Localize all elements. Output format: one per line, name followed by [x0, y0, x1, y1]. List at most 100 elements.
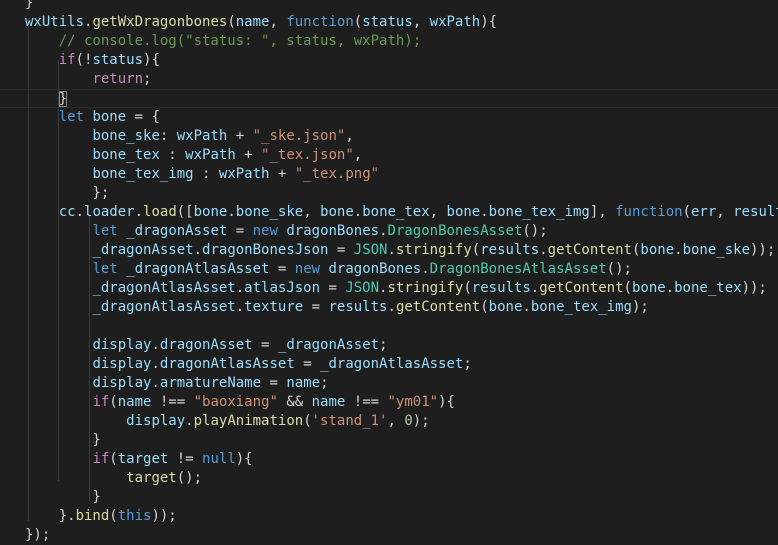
code-token: results — [471, 280, 531, 296]
code-token: bind — [75, 508, 110, 524]
code-line[interactable]: wxUtils.getWxDragonbones(name, function(… — [0, 13, 778, 32]
code-token: ( — [109, 508, 118, 524]
code-token: dragonBones — [286, 223, 380, 239]
code-token: ( — [682, 204, 691, 220]
code-token: "ym01" — [387, 394, 439, 410]
code-token: = — [227, 223, 253, 239]
code-line[interactable]: bone_tex : wxPath + "_tex.json", — [0, 146, 778, 165]
code-line[interactable]: _dragonAsset.dragonBonesJson = JSON.stri… — [0, 241, 778, 260]
code-line[interactable]: }); — [0, 526, 778, 545]
code-line[interactable]: // console.log("status: ", status, wxPat… — [0, 32, 778, 51]
code-token: bone — [193, 204, 228, 220]
code-line[interactable]: display.playAnimation('stand_1', 0); — [0, 412, 778, 431]
code-token: 'stand_1' — [311, 413, 388, 429]
code-token: atlasJson — [244, 280, 321, 296]
code-token: 0 — [404, 413, 413, 429]
code-token: target — [126, 470, 177, 486]
code-token: }); — [25, 527, 51, 543]
code-token: load — [143, 204, 177, 220]
code-token: _dragonAtlasAsset — [126, 261, 270, 277]
code-token: new — [294, 261, 321, 277]
code-line[interactable]: if(name !== "baoxiang" && name !== "ym01… — [0, 393, 778, 412]
code-token: : — [159, 128, 177, 144]
code-line[interactable]: display.dragonAtlasAsset = _dragonAtlasA… — [0, 355, 778, 374]
code-token: . — [674, 242, 683, 258]
code-line[interactable]: if(!status){ — [0, 51, 778, 70]
code-token: + — [269, 166, 295, 182]
code-token: (); — [522, 223, 548, 239]
code-token: "_tex.png" — [294, 166, 380, 182]
code-line[interactable]: target(); — [0, 469, 778, 488]
code-token: ( — [480, 299, 489, 315]
code-token: = — [261, 375, 287, 391]
code-token: target — [117, 451, 169, 467]
code-token: ; — [379, 337, 388, 353]
code-token: ([ — [176, 204, 194, 220]
code-line[interactable]: bone_ske: wxPath + "_ske.json", — [0, 127, 778, 146]
code-token: DragonBonesAsset — [387, 223, 523, 239]
code-token: armatureName — [159, 375, 262, 391]
code-token: , — [429, 204, 447, 220]
code-token: }; — [25, 185, 110, 201]
code-line[interactable]: cc.loader.load([bone.bone_ske, bone.bone… — [0, 203, 778, 222]
code-token: ; — [463, 356, 472, 372]
code-line[interactable]: return; — [0, 70, 778, 89]
code-line[interactable]: } — [0, 89, 778, 108]
code-token: _dragonAsset — [277, 337, 380, 353]
code-token: , — [269, 14, 287, 30]
code-token: null — [202, 451, 236, 467]
code-token: _dragonAtlasAsset — [92, 299, 236, 315]
code-line[interactable]: }.bind(this)); — [0, 507, 778, 526]
code-token: , — [345, 128, 354, 144]
code-token: . — [235, 280, 245, 296]
code-token: }. — [25, 508, 76, 524]
code-line[interactable]: let bone = { — [0, 108, 778, 127]
code-line[interactable]: } — [0, 431, 778, 450]
code-line[interactable]: if(target != null){ — [0, 450, 778, 469]
code-line[interactable]: let _dragonAsset = new dragonBones.Drago… — [0, 222, 778, 241]
code-token: function — [286, 14, 354, 30]
code-line[interactable]: _dragonAtlasAsset.texture = results.getC… — [0, 298, 778, 317]
code-token: )); — [741, 280, 767, 296]
code-line[interactable]: display.dragonAsset = _dragonAsset; — [0, 336, 778, 355]
code-line[interactable]: } — [0, 0, 778, 13]
code-token: . — [665, 280, 675, 296]
code-token: ); — [412, 413, 430, 429]
code-token: . — [151, 375, 160, 391]
code-token: wxPath — [176, 128, 228, 144]
code-line[interactable]: _dragonAtlasAsset.atlasJson = JSON.strin… — [0, 279, 778, 298]
code-token: stringify — [395, 242, 472, 258]
code-token: . — [235, 299, 245, 315]
code-token: ){ — [438, 394, 455, 410]
code-line[interactable]: bone_tex_img : wxPath + "_tex.png" — [0, 165, 778, 184]
code-token: wxPath — [185, 147, 236, 163]
code-token: display — [126, 413, 186, 429]
code-token: wxPath — [429, 14, 481, 30]
code-token: bone_tex — [674, 280, 742, 296]
code-line[interactable] — [0, 317, 778, 336]
code-token: : — [193, 166, 219, 182]
code-token: ], — [589, 204, 616, 220]
code-token: bone — [631, 280, 666, 296]
code-token: cc — [58, 204, 76, 220]
code-token: bone — [320, 204, 354, 220]
code-line[interactable]: } — [0, 488, 778, 507]
code-editor[interactable]: } wxUtils.getWxDragonbones(name, function… — [0, 0, 778, 545]
code-line[interactable]: }; — [0, 184, 778, 203]
code-token: wxPath — [218, 166, 270, 182]
code-token: dragonBonesJson — [202, 242, 329, 258]
code-token: = — [269, 261, 295, 277]
code-line[interactable]: display.armatureName = name; — [0, 374, 778, 393]
code-line[interactable]: let _dragonAtlasAsset = new dragonBones.… — [0, 260, 778, 279]
